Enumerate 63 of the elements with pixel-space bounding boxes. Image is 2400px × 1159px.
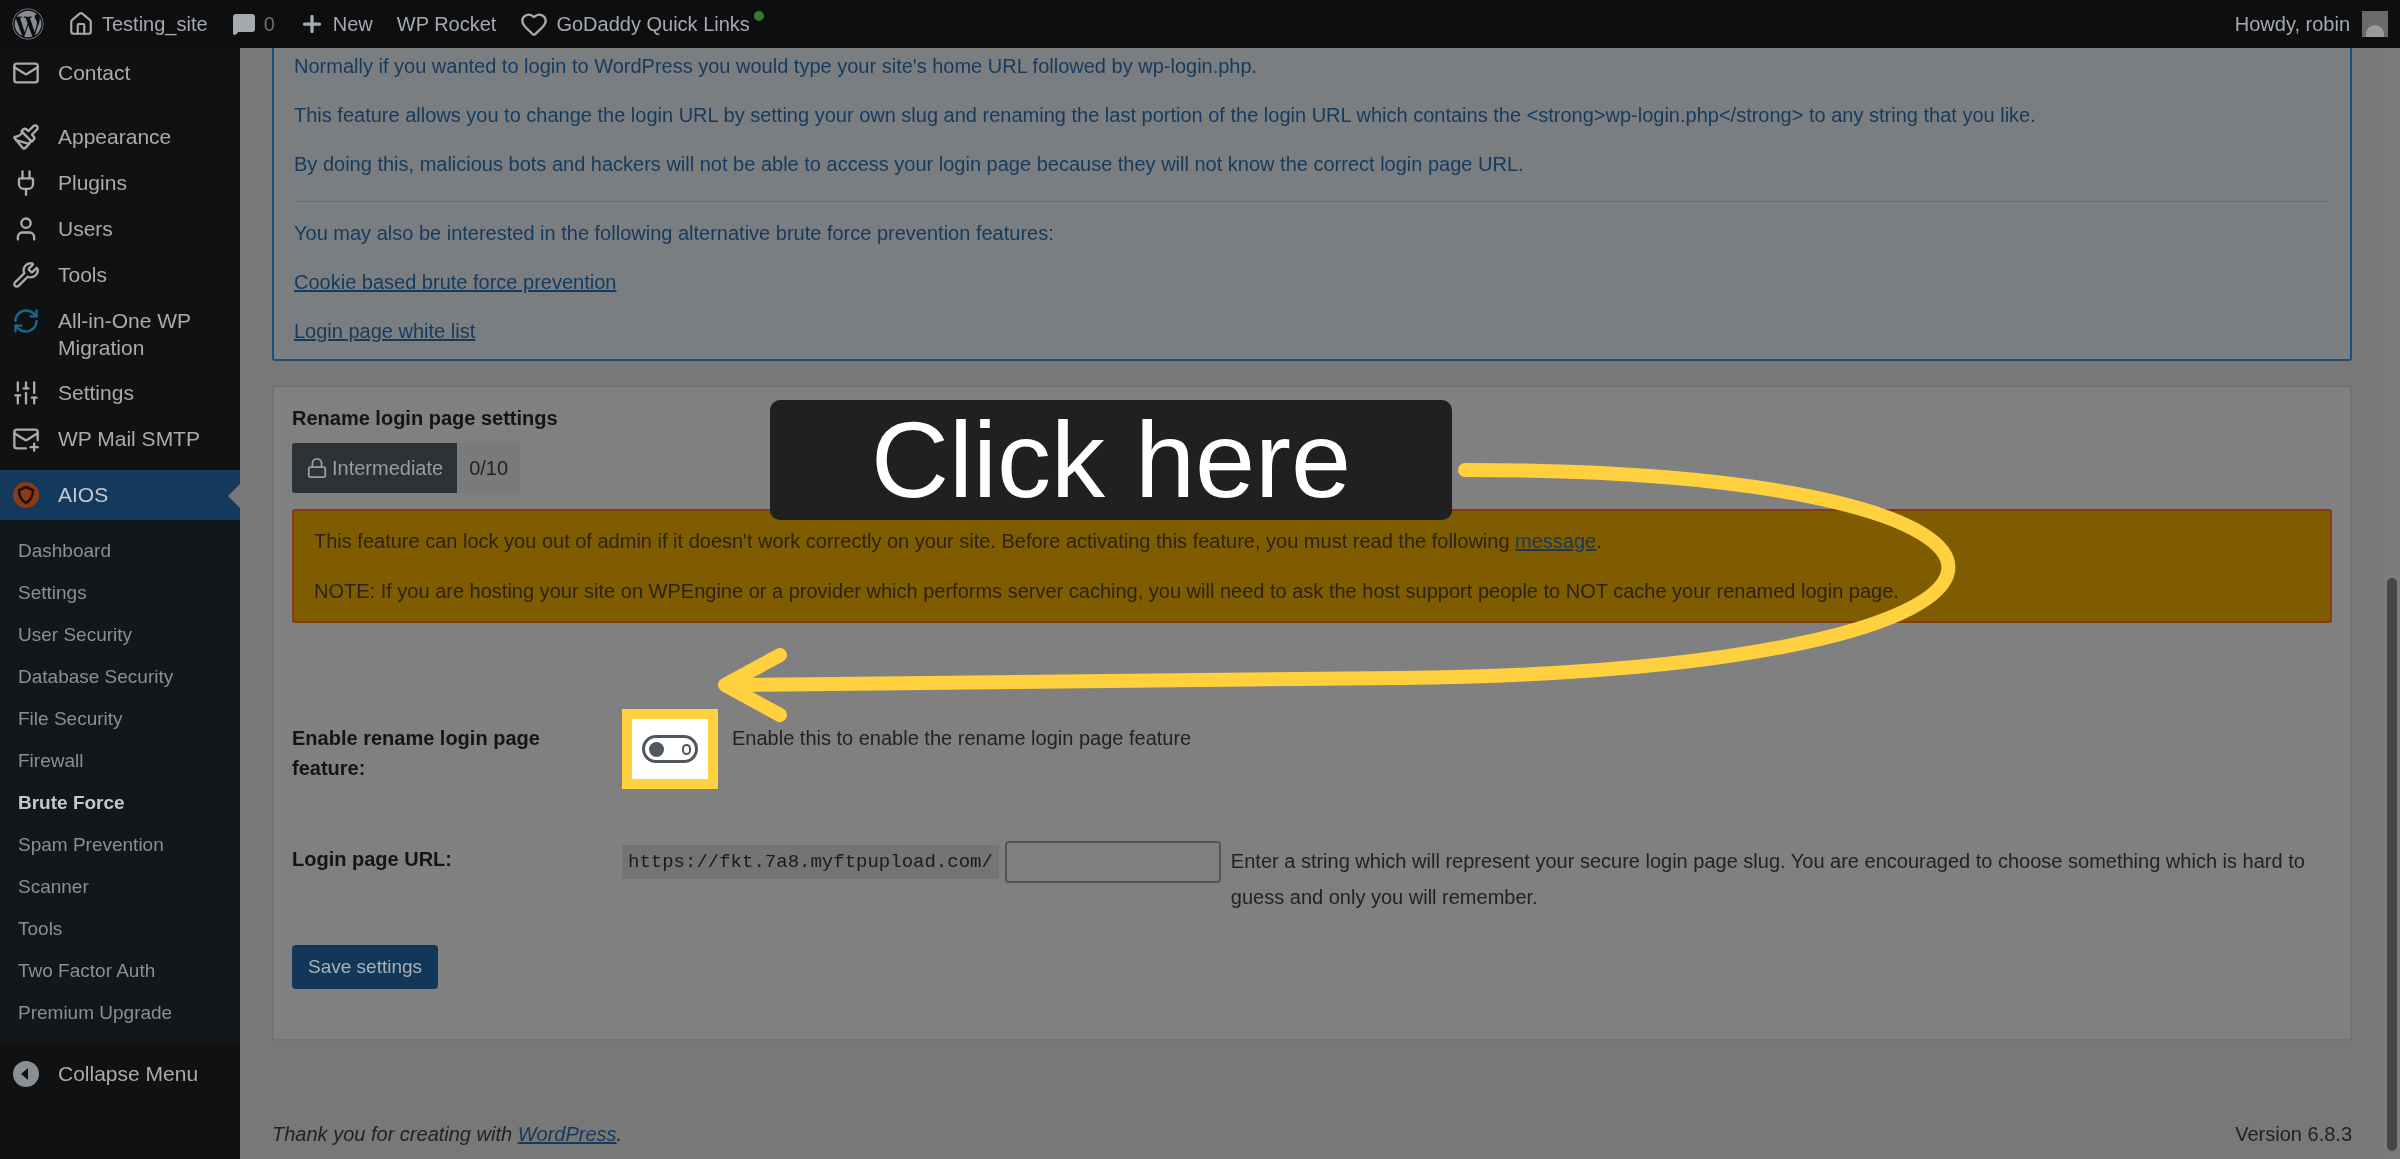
sidebar-item[interactable]: Users <box>0 206 240 252</box>
lock-icon <box>306 457 328 479</box>
sidebar-item[interactable]: Appearance <box>0 114 240 160</box>
submenu-item[interactable]: Firewall <box>0 740 240 782</box>
quick-links-menu[interactable]: GoDaddy Quick Links <box>556 9 750 39</box>
avatar-icon <box>2362 11 2388 37</box>
sidebar-item[interactable]: Settings <box>0 370 240 416</box>
sliders-icon <box>12 379 40 407</box>
field-label: Enable rename login page feature: <box>292 726 541 781</box>
shield-icon <box>12 481 40 509</box>
toggle-switch[interactable] <box>642 735 698 763</box>
info-paragraph: You may also be interested in the following alternative brute force prevention features: <box>294 221 1055 245</box>
refresh-icon <box>12 307 40 335</box>
sidebar-item[interactable]: AIOS <box>0 470 240 520</box>
submenu-item[interactable]: Settings <box>0 572 240 614</box>
feature-link[interactable]: Login page white list <box>294 319 476 343</box>
collapse-menu-button[interactable]: Collapse Menu <box>0 1044 240 1104</box>
sidebar-item[interactable]: All-in-One WP Migration <box>0 298 240 370</box>
sidebar-item[interactable]: Tools <box>0 252 240 298</box>
info-paragraph: By doing this, malicious bots and hackers will not be able to access your login page because they will not know the correct login page URL. <box>294 152 1525 176</box>
new-link[interactable]: New <box>332 9 373 39</box>
warning-note: NOTE: If you are hosting your site on WPEngine or a provider which performs server caching, you will need to ask the host support people to NOT cache your renamed login page. <box>314 579 1900 603</box>
wordpress-logo[interactable] <box>12 8 44 40</box>
sidebar-item[interactable]: WP Mail SMTP <box>0 416 240 462</box>
heart-logo-icon <box>520 10 549 38</box>
callout-text: Click here <box>870 406 1352 514</box>
submenu-item[interactable]: Scanner <box>0 866 240 908</box>
field-label: Login page URL: <box>292 847 453 872</box>
submenu-item[interactable]: User Security <box>0 614 240 656</box>
wp-rocket-link[interactable]: WP Rocket <box>396 9 497 39</box>
submenu-item[interactable]: Brute Force <box>0 782 240 824</box>
toggle-description: Enable this to enable the rename login page feature <box>732 726 1192 751</box>
submenu-item[interactable]: Spam Prevention <box>0 824 240 866</box>
slug-input[interactable] <box>1004 841 1221 883</box>
info-paragraph: This feature allows you to change the login URL by setting your own slug and renaming the last portion of the login URL which contains the <strong>wp-login.php</strong> to any string that you like. <box>294 103 2037 127</box>
panel-title: Rename login page settings <box>292 406 559 431</box>
level-label: Intermediate <box>332 456 444 481</box>
submenu-item[interactable]: Dashboard <box>0 530 240 572</box>
sidebar-item[interactable]: Plugins <box>0 160 240 206</box>
field-help-text: Enter a string which will represent your secure login page slug. You are encouraged to choose something which is hard to guess and only you will remember. <box>1230 849 2306 910</box>
submenu-item[interactable]: File Security <box>0 698 240 740</box>
home-icon <box>68 11 94 37</box>
wrench-icon <box>12 261 40 289</box>
version-text: Version 6.8.3 <box>2235 1122 2352 1147</box>
sidebar-item[interactable]: Contact <box>0 50 240 96</box>
footer-text: Thank you for creating with WordPress. <box>272 1122 623 1147</box>
submenu-item[interactable]: Tools <box>0 908 240 950</box>
warning-text: This feature can lock you out of admin if it doesn't work correctly on your site. Before activating this feature, you must read the following message. <box>314 529 1603 553</box>
submenu-item[interactable]: Two Factor Auth <box>0 950 240 992</box>
current-pointer-icon <box>228 484 240 508</box>
account-greeting[interactable]: Howdy, robin <box>2234 9 2350 39</box>
comment-icon <box>231 12 256 36</box>
collapse-icon <box>12 1059 40 1088</box>
submenu-item[interactable]: Premium Upgrade <box>0 992 240 1034</box>
score-badge: 0/10 <box>457 443 521 493</box>
url-prefix: https://fkt.7a8.myftpupload.com/ <box>622 845 999 879</box>
info-paragraph: Normally if you wanted to login to WordPress you would type your site's home URL followed by wp-login.php. <box>294 54 1259 78</box>
site-name-link[interactable]: Testing_site <box>102 9 208 39</box>
brush-icon <box>12 123 40 151</box>
save-button[interactable]: Save settings <box>292 945 439 989</box>
feature-link[interactable]: Cookie based brute force prevention <box>294 270 617 294</box>
submenu-item[interactable]: Database Security <box>0 656 240 698</box>
comment-count[interactable]: 0 <box>263 9 275 39</box>
